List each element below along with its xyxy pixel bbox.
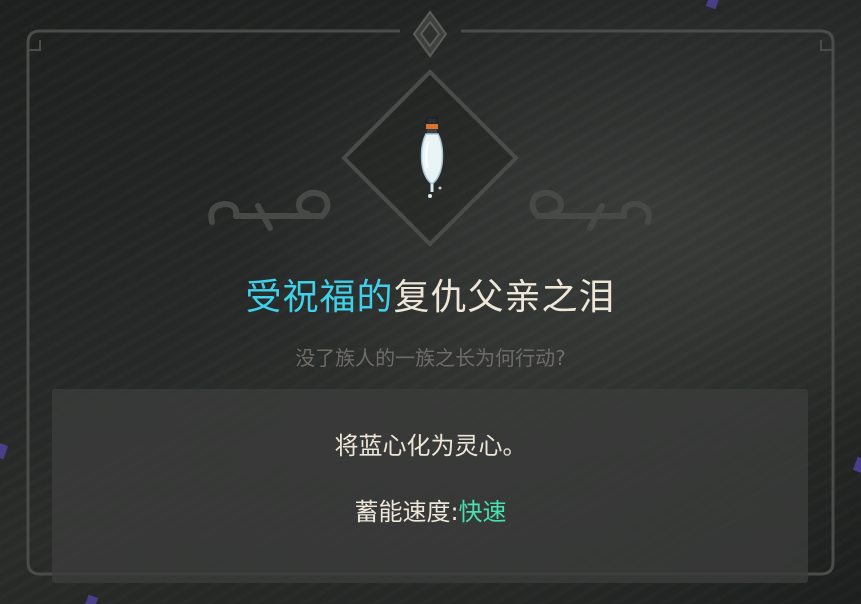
blessed-prefix: 受祝福的: [245, 277, 394, 318]
item-title: 受祝福的复仇父亲之泪: [0, 268, 861, 320]
charge-speed-label: 蓄能速度:: [354, 498, 459, 526]
flavor-text: 没了族人的一族之长为何行动?: [295, 346, 566, 370]
left-flourish-ornament: [208, 189, 331, 231]
description-panel: [52, 389, 808, 583]
item-name: 复仇父亲之泪: [393, 277, 616, 318]
charge-speed-line: 蓄能速度:快速: [0, 492, 861, 527]
charge-speed-value: 快速: [458, 498, 507, 526]
top-gem-ornament: [412, 10, 448, 58]
item-tooltip-card: 受祝福的复仇父亲之泪 没了族人的一族之长为何行动? 将蓝心化为灵心。 蓄能速度:…: [0, 0, 861, 604]
tear-potion-icon: [420, 117, 444, 198]
right-flourish-ornament: [529, 189, 652, 231]
effect-description: 将蓝心化为灵心。: [334, 432, 527, 460]
